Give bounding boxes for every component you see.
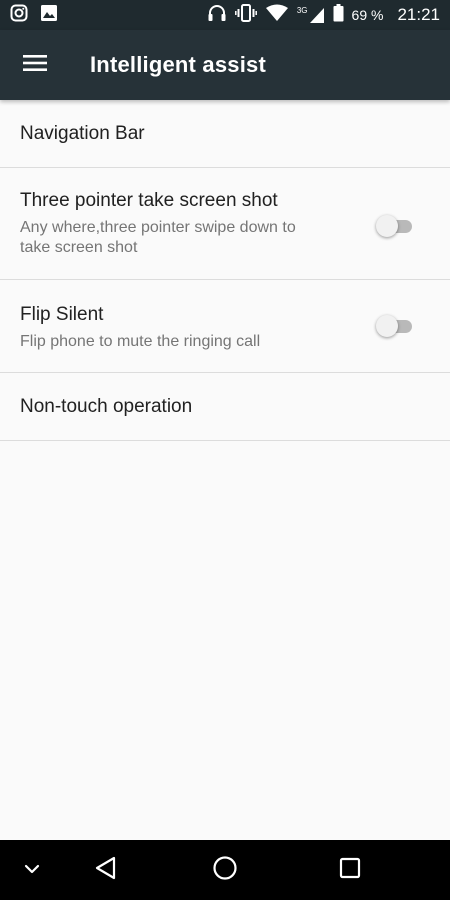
settings-item-subtitle: Flip phone to mute the ringing call <box>20 333 261 350</box>
settings-item-title: Flip Silent <box>20 304 104 325</box>
recents-icon <box>339 857 361 884</box>
headphones-icon <box>207 4 227 26</box>
page-title: Intelligent assist <box>90 52 266 77</box>
status-bar: 3G 69 % 21:21 <box>0 0 450 30</box>
back-icon <box>94 856 118 885</box>
image-icon <box>40 4 58 27</box>
menu-button[interactable] <box>0 30 70 100</box>
chevron-down-icon <box>24 861 40 879</box>
recents-button[interactable] <box>330 840 370 900</box>
toggle-thumb <box>376 215 398 237</box>
settings-item-non-touch-operation[interactable]: Non-touch operation <box>0 373 450 441</box>
battery-icon <box>333 4 344 26</box>
vibrate-icon <box>234 4 257 26</box>
network-type: 3G <box>296 6 308 15</box>
home-button[interactable] <box>205 840 245 900</box>
hide-nav-button[interactable] <box>12 840 52 900</box>
signal-icon: 3G <box>297 6 325 24</box>
toggle-thumb <box>376 315 398 337</box>
settings-item-title: Non-touch operation <box>20 395 193 417</box>
settings-item-flip-silent[interactable]: Flip Silent Flip phone to mute the ringi… <box>0 280 450 373</box>
battery-percent: 69 % <box>351 7 384 23</box>
wifi-icon <box>265 4 289 26</box>
settings-item-title: Navigation Bar <box>20 122 145 144</box>
back-button[interactable] <box>86 840 126 900</box>
flip-silent-toggle[interactable] <box>376 314 416 338</box>
home-icon <box>212 855 238 886</box>
app-bar: Intelligent assist <box>0 30 450 100</box>
settings-item-subtitle: Any where,three pointer swipe down to ta… <box>20 219 296 256</box>
settings-item-navigation-bar[interactable]: Navigation Bar <box>0 100 450 168</box>
settings-item-title: Three pointer take screen shot <box>20 190 278 211</box>
instagram-icon <box>10 4 28 27</box>
settings-list: Navigation Bar Three pointer take screen… <box>0 100 450 441</box>
settings-item-three-pointer-screenshot[interactable]: Three pointer take screen shot Any where… <box>0 168 450 280</box>
system-nav-bar <box>0 840 450 900</box>
hamburger-icon <box>23 54 47 77</box>
three-pointer-screenshot-toggle[interactable] <box>376 214 416 238</box>
status-clock: 21:21 <box>397 5 440 24</box>
